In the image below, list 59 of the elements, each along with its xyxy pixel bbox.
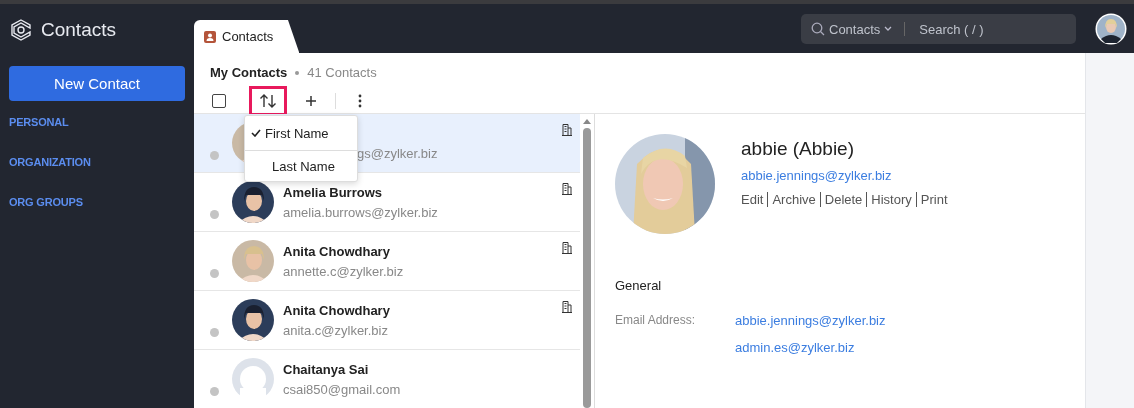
contact-name: Anita Chowdhary xyxy=(283,302,390,318)
email-link[interactable]: admin.es@zylker.biz xyxy=(735,340,886,355)
building-icon xyxy=(562,242,572,254)
sort-option[interactable]: Last Name xyxy=(245,150,357,181)
contacts-tab[interactable]: Contacts xyxy=(194,20,300,53)
action-link[interactable]: Edit xyxy=(741,192,764,207)
app-title: Contacts xyxy=(41,19,116,41)
contact-email: annette.c@zylker.biz xyxy=(283,263,404,279)
search-field[interactable]: Search ( / ) xyxy=(917,20,1042,38)
search-scope-dropdown[interactable]: Contacts xyxy=(829,21,881,37)
contact-email: csai850@gmail.com xyxy=(283,381,401,397)
sort-option[interactable]: First Name xyxy=(245,116,357,150)
contact-row[interactable]: Chaitanya Sai csai850@gmail.com xyxy=(194,350,580,408)
status-dot xyxy=(210,387,219,396)
contact-email: anita.c@zylker.biz xyxy=(283,322,389,338)
scroll-up-icon[interactable] xyxy=(583,118,591,124)
sidebar-item[interactable]: ORG GROUPS xyxy=(9,196,185,208)
select-all-checkbox[interactable] xyxy=(212,94,226,108)
contact-row[interactable]: Anita Chowdhary anita.c@zylker.biz xyxy=(194,291,580,350)
contact-row[interactable]: Anita Chowdhary annette.c@zylker.biz xyxy=(194,232,580,291)
status-dot xyxy=(210,328,219,337)
status-dot xyxy=(210,210,219,219)
status-dot xyxy=(210,151,219,160)
action-link[interactable]: History xyxy=(866,192,912,207)
contact-email: amelia.burrows@zylker.biz xyxy=(283,204,438,220)
sidebar-item[interactable]: PERSONAL xyxy=(9,116,185,128)
contact-email: gs@zylker.biz xyxy=(357,145,438,161)
contact-email-link[interactable]: abbie.jennings@zylker.biz xyxy=(741,168,948,183)
checkmark-icon xyxy=(251,129,261,137)
list-title: My Contacts xyxy=(210,65,288,80)
status-dot xyxy=(210,269,219,278)
action-link[interactable]: Print xyxy=(915,192,948,207)
sort-arrows-icon xyxy=(259,94,277,108)
field-label: Email Address: xyxy=(615,313,697,329)
search-bar[interactable]: Contacts Search ( / ) xyxy=(801,14,1076,44)
more-icon xyxy=(358,94,362,108)
contact-card-icon xyxy=(204,30,216,43)
chevron-down-icon xyxy=(884,26,893,32)
building-icon xyxy=(562,183,572,195)
building-icon xyxy=(562,124,572,136)
sidebar-item[interactable]: ORGANIZATION xyxy=(9,156,185,168)
building-icon xyxy=(562,301,572,313)
contact-name: Chaitanya Sai xyxy=(283,361,370,377)
search-icon xyxy=(811,22,825,36)
action-link[interactable]: Delete xyxy=(819,192,863,207)
new-contact-button[interactable]: New Contact xyxy=(9,66,185,101)
contact-name: Amelia Burrows xyxy=(283,184,383,200)
action-link[interactable]: Archive xyxy=(767,192,816,207)
contact-full-name: abbie (Abbie) xyxy=(741,138,856,160)
scrollbar[interactable] xyxy=(580,114,595,408)
user-avatar[interactable] xyxy=(1095,13,1127,45)
email-link[interactable]: abbie.jennings@zylker.biz xyxy=(735,313,886,328)
plus-icon xyxy=(305,95,317,107)
logo-icon xyxy=(9,18,33,42)
contact-name: Anita Chowdhary xyxy=(283,243,391,259)
contact-row[interactable]: Amelia Burrows amelia.burrows@zylker.biz xyxy=(194,173,580,232)
section-heading: General xyxy=(615,278,663,293)
contact-count: 41 Contacts xyxy=(307,65,377,80)
avatar-placeholder-icon xyxy=(232,358,274,400)
